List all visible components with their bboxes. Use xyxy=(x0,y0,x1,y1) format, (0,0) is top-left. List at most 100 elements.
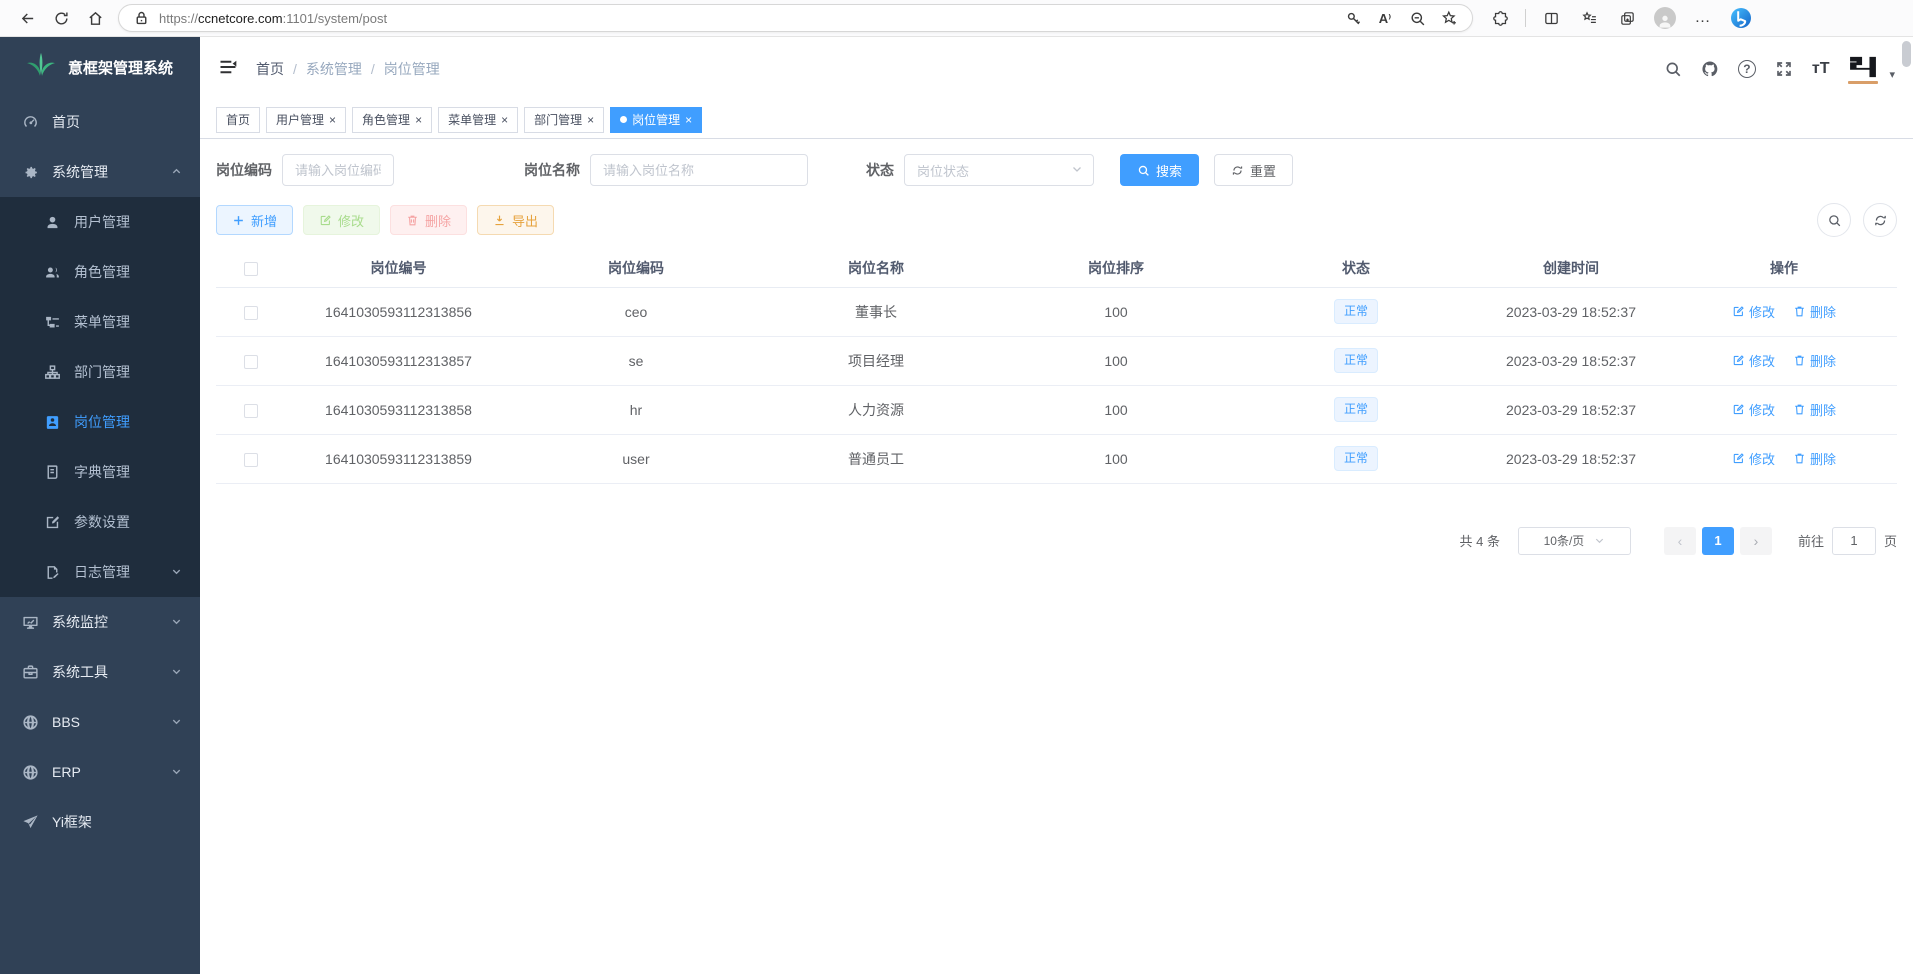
page-size-select[interactable]: 10条/页 xyxy=(1518,527,1631,555)
address-bar[interactable]: https://ccnetcore.com:1101/system/post A… xyxy=(118,4,1473,32)
sidebar-item-bbs[interactable]: BBS xyxy=(0,697,200,747)
search-icon[interactable] xyxy=(1664,60,1682,78)
sidebar-item-posts[interactable]: 岗位管理 xyxy=(0,397,200,447)
scrollbar-thumb[interactable] xyxy=(1902,41,1911,67)
fullscreen-icon[interactable] xyxy=(1775,60,1793,78)
font-size-icon[interactable]: тT xyxy=(1812,60,1830,78)
browser-back-icon[interactable] xyxy=(10,4,44,32)
delete-link[interactable]: 删除 xyxy=(1793,351,1836,370)
tab-departments[interactable]: 部门管理× xyxy=(524,107,604,133)
export-button[interactable]: 导出 xyxy=(477,205,554,235)
github-icon[interactable] xyxy=(1701,60,1719,78)
sidebar-item-roles[interactable]: 角色管理 xyxy=(0,247,200,297)
table-row[interactable]: 1641030593112313858 hr 人力资源 100 正常 2023-… xyxy=(216,385,1897,434)
zoom-out-icon[interactable] xyxy=(1402,4,1432,32)
edit-button[interactable]: 修改 xyxy=(303,205,380,235)
sidebar-item-users[interactable]: 用户管理 xyxy=(0,197,200,247)
delete-button[interactable]: 删除 xyxy=(390,205,467,235)
delete-link-label: 删除 xyxy=(1810,351,1836,370)
sidebar-item-monitor[interactable]: 系统监控 xyxy=(0,597,200,647)
sidebar-item-tools[interactable]: 系统工具 xyxy=(0,647,200,697)
sidebar-item-departments[interactable]: 部门管理 xyxy=(0,347,200,397)
cell-post-name: 项目经理 xyxy=(761,336,991,385)
browser-refresh-icon[interactable] xyxy=(44,4,78,32)
reset-button[interactable]: 重置 xyxy=(1214,154,1293,186)
bing-copilot-icon[interactable] xyxy=(1724,4,1758,32)
cell-post-id: 1641030593112313859 xyxy=(286,434,511,483)
browser-menu-icon[interactable]: … xyxy=(1686,4,1720,32)
add-favorite-star-icon[interactable] xyxy=(1434,4,1464,32)
read-aloud-icon[interactable]: A⁾ xyxy=(1370,4,1400,32)
row-checkbox[interactable] xyxy=(244,355,258,369)
edit-link[interactable]: 修改 xyxy=(1732,400,1775,419)
user-menu-caret-icon[interactable]: ▾ xyxy=(1889,68,1895,81)
goto-page-input[interactable] xyxy=(1832,527,1876,555)
password-key-icon[interactable] xyxy=(1338,4,1368,32)
tab-roles[interactable]: 角色管理 × xyxy=(352,107,432,133)
table-row[interactable]: 1641030593112313857 se 项目经理 100 正常 2023-… xyxy=(216,336,1897,385)
delete-link[interactable]: 删除 xyxy=(1793,400,1836,419)
cell-post-name: 普通员工 xyxy=(761,434,991,483)
delete-link[interactable]: 删除 xyxy=(1793,449,1836,468)
row-checkbox[interactable] xyxy=(244,453,258,467)
tab-duplicate-icon[interactable] xyxy=(1610,4,1644,32)
paper-plane-icon xyxy=(22,814,39,831)
tab-close-icon[interactable]: × xyxy=(587,113,594,127)
table-row[interactable]: 1641030593112313856 ceo 董事长 100 正常 2023-… xyxy=(216,287,1897,336)
tab-home[interactable]: 首页 xyxy=(216,107,260,133)
prev-page-button[interactable]: ‹ xyxy=(1664,527,1696,555)
table-row[interactable]: 1641030593112313859 user 普通员工 100 正常 202… xyxy=(216,434,1897,483)
post-code-input[interactable] xyxy=(282,154,394,186)
tab-close-icon[interactable]: × xyxy=(685,113,692,127)
extensions-puzzle-icon[interactable] xyxy=(1483,4,1517,32)
row-checkbox[interactable] xyxy=(244,306,258,320)
browser-home-icon[interactable] xyxy=(78,4,112,32)
sidebar-item-dictionaries[interactable]: 字典管理 xyxy=(0,447,200,497)
tab-users[interactable]: 用户管理× xyxy=(266,107,346,133)
tab-close-icon[interactable]: × xyxy=(329,113,336,127)
select-all-checkbox[interactable] xyxy=(244,262,258,276)
favorites-collections-icon[interactable] xyxy=(1572,4,1606,32)
edit-link[interactable]: 修改 xyxy=(1732,449,1775,468)
sidebar-item-parameters[interactable]: 参数设置 xyxy=(0,497,200,547)
user-avatar-logo[interactable] xyxy=(1848,55,1878,84)
edit-link[interactable]: 修改 xyxy=(1732,302,1775,321)
browser-right-icons: … xyxy=(1483,4,1758,32)
collapse-sidebar-icon[interactable] xyxy=(218,57,238,82)
chevron-down-icon xyxy=(171,764,182,780)
next-page-button[interactable]: › xyxy=(1740,527,1772,555)
row-checkbox[interactable] xyxy=(244,404,258,418)
post-name-input[interactable] xyxy=(590,154,808,186)
tag-view-bar: 首页 用户管理× 角色管理 × 菜单管理× 部门管理× 岗位管理× xyxy=(200,101,1913,139)
add-button[interactable]: 新增 xyxy=(216,205,293,235)
tab-menus[interactable]: 菜单管理× xyxy=(438,107,518,133)
browser-toolbar: https://ccnetcore.com:1101/system/post A… xyxy=(0,0,1913,37)
browser-profile-avatar[interactable] xyxy=(1648,4,1682,32)
tab-posts-active[interactable]: 岗位管理× xyxy=(610,107,702,133)
split-screen-icon[interactable] xyxy=(1534,4,1568,32)
search-button[interactable]: 搜索 xyxy=(1120,154,1199,186)
edit-square-icon xyxy=(44,514,61,531)
breadcrumb-home[interactable]: 首页 xyxy=(256,59,284,79)
tab-label: 角色管理 xyxy=(362,111,410,128)
delete-link[interactable]: 删除 xyxy=(1793,302,1836,321)
tab-close-icon[interactable]: × xyxy=(501,113,508,127)
sidebar-item-system[interactable]: 系统管理 xyxy=(0,147,200,197)
sidebar-item-home[interactable]: 首页 xyxy=(0,97,200,147)
refresh-table-button[interactable] xyxy=(1863,203,1897,237)
breadcrumb-system[interactable]: 系统管理 xyxy=(306,59,362,79)
sidebar-item-yi-framework[interactable]: Yi框架 xyxy=(0,797,200,847)
help-icon[interactable]: ? xyxy=(1738,60,1756,78)
show-search-toggle-button[interactable] xyxy=(1817,203,1851,237)
log-icon xyxy=(44,564,61,581)
status-select[interactable]: 岗位状态 xyxy=(904,154,1094,186)
sidebar-item-logs[interactable]: 日志管理 xyxy=(0,547,200,597)
col-post-code: 岗位编码 xyxy=(511,250,761,287)
edit-link[interactable]: 修改 xyxy=(1732,351,1775,370)
tab-close-icon[interactable]: × xyxy=(415,113,422,127)
chevron-down-icon xyxy=(171,564,182,580)
sidebar-item-menus[interactable]: 菜单管理 xyxy=(0,297,200,347)
sidebar-item-erp[interactable]: ERP xyxy=(0,747,200,797)
page-number-1[interactable]: 1 xyxy=(1702,527,1734,555)
cell-post-code: se xyxy=(511,336,761,385)
